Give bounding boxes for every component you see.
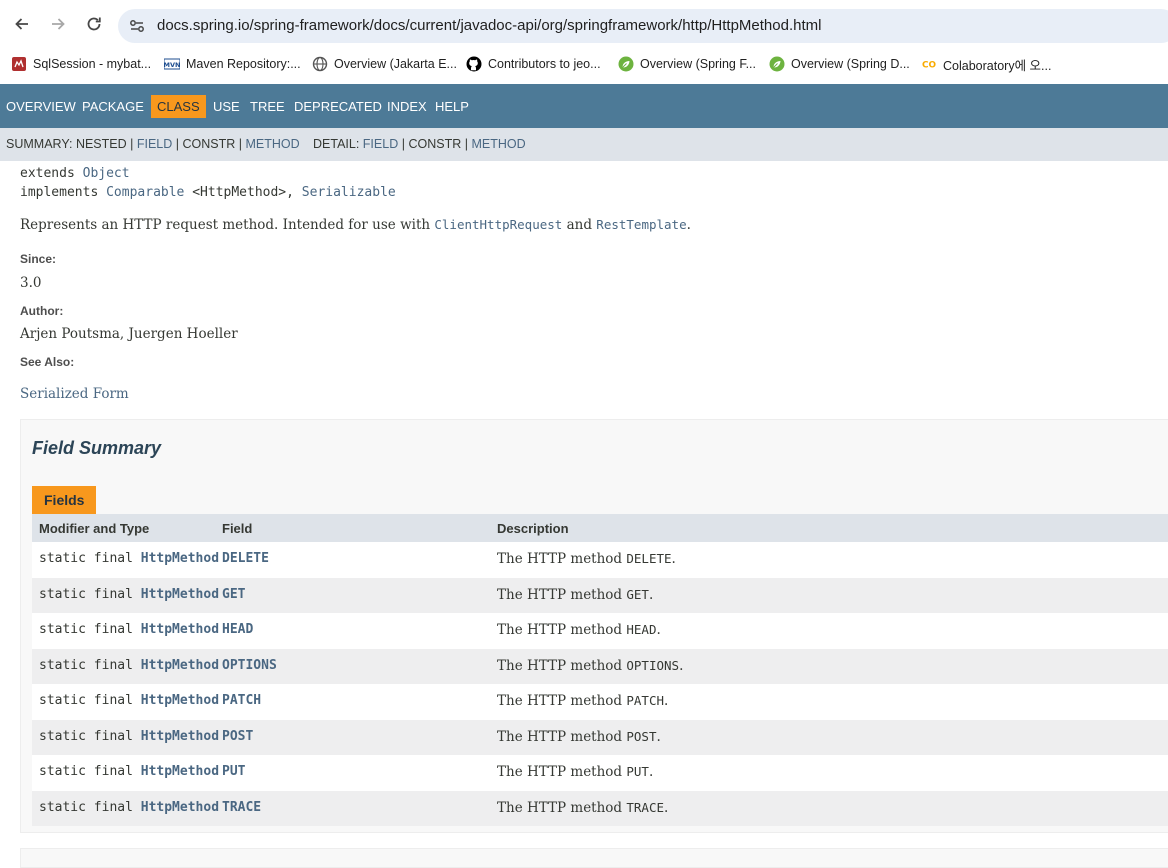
- bookmarks-bar: SqlSession - mybat... MVN Maven Reposito…: [0, 52, 1168, 84]
- nav-use[interactable]: USE: [213, 95, 240, 118]
- url-text: docs.spring.io/spring-framework/docs/cur…: [157, 17, 822, 34]
- field-summary-section: Field Summary Fields Modifier and Type F…: [20, 419, 1168, 833]
- author-label: Author:: [20, 304, 64, 318]
- rest-template-link[interactable]: RestTemplate: [596, 217, 686, 232]
- field-link-trace[interactable]: TRACE: [222, 800, 261, 815]
- field-summary-title: Field Summary: [32, 438, 162, 458]
- bookmark-spring-framework[interactable]: Overview (Spring F...: [618, 52, 756, 76]
- header-description: Description: [497, 521, 569, 536]
- reload-icon: [87, 17, 101, 31]
- field-link-put[interactable]: PUT: [222, 764, 245, 779]
- table-row: static final HttpMethod PUT The HTTP met…: [32, 755, 1168, 791]
- summary-field-link[interactable]: FIELD: [137, 137, 172, 151]
- field-link-post[interactable]: POST: [222, 729, 253, 744]
- bookmark-spring-data[interactable]: Overview (Spring D...: [769, 52, 910, 76]
- nav-index[interactable]: INDEX: [387, 95, 427, 118]
- table-row: static final HttpMethod GET The HTTP met…: [32, 577, 1168, 613]
- table-row: static final HttpMethod DELETE The HTTP …: [32, 542, 1168, 578]
- client-http-request-link[interactable]: ClientHttpRequest: [434, 217, 562, 232]
- bookmark-sqlsession[interactable]: SqlSession - mybat...: [11, 52, 151, 76]
- mvn-icon: MVN: [164, 56, 180, 72]
- table-row: static final HttpMethod POST The HTTP me…: [32, 719, 1168, 755]
- httpmethod-type-link[interactable]: HttpMethod: [141, 622, 219, 637]
- field-link-get[interactable]: GET: [222, 587, 245, 602]
- bookmark-colab[interactable]: CO Colaboratory에 오...: [921, 52, 1052, 76]
- since-value: 3.0: [20, 275, 42, 291]
- table-row: static final HttpMethod HEAD The HTTP me…: [32, 613, 1168, 649]
- site-settings-icon[interactable]: [128, 17, 146, 35]
- detail-field-link[interactable]: FIELD: [363, 137, 398, 151]
- back-arrow-icon: [15, 18, 28, 30]
- summary-method-link[interactable]: METHOD: [246, 137, 300, 151]
- httpmethod-type-link[interactable]: HttpMethod: [141, 587, 219, 602]
- svg-text:CO: CO: [922, 61, 937, 71]
- reload-button[interactable]: [81, 11, 107, 37]
- fields-caption-tab: Fields: [32, 486, 97, 514]
- since-label: Since:: [20, 252, 57, 266]
- field-link-head[interactable]: HEAD: [222, 622, 253, 637]
- nav-package[interactable]: PACKAGE: [82, 95, 144, 118]
- forward-button[interactable]: [45, 11, 71, 37]
- github-icon: [466, 56, 482, 72]
- bookmark-jakarta[interactable]: Overview (Jakarta E...: [312, 52, 457, 76]
- comparable-link[interactable]: Comparable: [106, 185, 184, 200]
- javadoc-top-nav: OVERVIEW PACKAGE CLASS USE TREE DEPRECAT…: [0, 84, 1168, 128]
- bookmark-maven[interactable]: MVN Maven Repository:...: [164, 52, 301, 76]
- svg-text:MVN: MVN: [164, 61, 180, 69]
- field-table-header: Modifier and Type Field Description: [32, 514, 1168, 542]
- header-field: Field: [222, 521, 253, 536]
- header-modifier-type: Modifier and Type: [39, 521, 150, 536]
- httpmethod-type-link[interactable]: HttpMethod: [141, 693, 219, 708]
- serialized-form-link[interactable]: Serialized Form: [20, 386, 129, 402]
- extends-line: extends Object: [20, 166, 130, 181]
- next-summary-section: [20, 848, 1168, 868]
- field-link-delete[interactable]: DELETE: [222, 551, 269, 566]
- detail-links: DETAIL: FIELD | CONSTR | METHOD: [313, 137, 526, 151]
- detail-method-link[interactable]: METHOD: [471, 137, 525, 151]
- serializable-link[interactable]: Serializable: [302, 185, 396, 200]
- httpmethod-type-link[interactable]: HttpMethod: [141, 764, 219, 779]
- httpmethod-type-link[interactable]: HttpMethod: [141, 729, 219, 744]
- table-row: static final HttpMethod TRACE The HTTP m…: [32, 790, 1168, 826]
- httpmethod-type-link[interactable]: HttpMethod: [141, 800, 219, 815]
- field-link-patch[interactable]: PATCH: [222, 693, 261, 708]
- browser-toolbar: docs.spring.io/spring-framework/docs/cur…: [0, 0, 1168, 52]
- see-also-label: See Also:: [20, 355, 75, 369]
- summary-constr: CONSTR: [182, 137, 236, 151]
- detail-constr: CONSTR: [408, 137, 462, 151]
- globe-icon: [312, 56, 328, 72]
- summary-links: SUMMARY: NESTED | FIELD | CONSTR | METHO…: [6, 137, 300, 151]
- javadoc-sub-nav: SUMMARY: NESTED | FIELD | CONSTR | METHO…: [0, 128, 1168, 161]
- address-bar[interactable]: docs.spring.io/spring-framework/docs/cur…: [118, 9, 1168, 43]
- forward-arrow-icon: [52, 18, 65, 30]
- spring-leaf-icon: [618, 56, 634, 72]
- summary-nested: NESTED: [75, 137, 127, 151]
- httpmethod-type-link[interactable]: HttpMethod: [141, 658, 219, 673]
- colab-icon: CO: [921, 56, 937, 72]
- class-description: Represents an HTTP request method. Inten…: [20, 217, 691, 233]
- nav-tree[interactable]: TREE: [250, 95, 285, 118]
- object-link[interactable]: Object: [83, 166, 130, 181]
- back-button[interactable]: [9, 11, 35, 37]
- author-value: Arjen Poutsma, Juergen Hoeller: [20, 326, 238, 342]
- implements-line: implements Comparable <HttpMethod>, Seri…: [20, 185, 396, 200]
- nav-class: CLASS: [151, 95, 206, 118]
- httpmethod-type-link[interactable]: HttpMethod: [141, 551, 219, 566]
- mybatis-icon: [11, 56, 27, 72]
- field-link-options[interactable]: OPTIONS: [222, 658, 277, 673]
- table-row: static final HttpMethod OPTIONS The HTTP…: [32, 648, 1168, 684]
- bookmark-github[interactable]: Contributors to jeo...: [466, 52, 601, 76]
- field-table-body: static final HttpMethod DELETE The HTTP …: [32, 542, 1168, 826]
- nav-overview[interactable]: OVERVIEW: [6, 95, 76, 118]
- spring-leaf-icon: [769, 56, 785, 72]
- nav-help[interactable]: HELP: [435, 95, 469, 118]
- table-row: static final HttpMethod PATCH The HTTP m…: [32, 684, 1168, 720]
- nav-deprecated[interactable]: DEPRECATED: [294, 95, 382, 118]
